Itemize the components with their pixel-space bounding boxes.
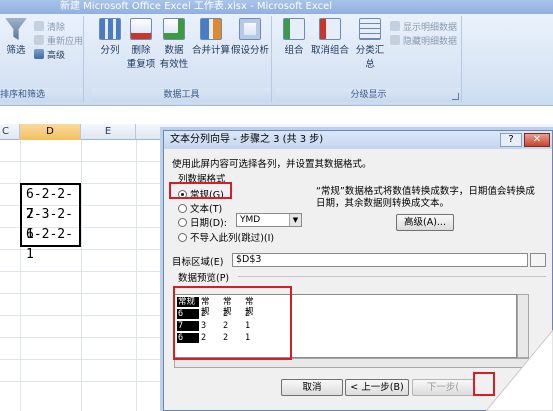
- gridline: [81, 140, 82, 411]
- preview-cell: 2: [223, 321, 229, 331]
- cancel-button[interactable]: 取消: [281, 379, 343, 396]
- page-curl-decoration: [486, 330, 553, 411]
- data-preview-table[interactable]: 常规 常规 常规 常规 6 2 2 2 7 3 2 1 6 2 2 1: [174, 294, 517, 358]
- preview-header[interactable]: 常规: [177, 297, 199, 307]
- selected-cell-range[interactable]: 6-2-2-2 7-3-2-1 6-2-2-1: [20, 183, 81, 262]
- gridline: [0, 293, 165, 294]
- group-button[interactable]: 组合: [280, 18, 308, 56]
- data-validation-icon: [163, 18, 185, 40]
- preview-cell: 2: [201, 333, 207, 343]
- data-preview-label: 数据预览(P): [178, 273, 230, 284]
- radio-date[interactable]: 日期(D):: [178, 215, 227, 229]
- show-detail-button[interactable]: 显示明细数据: [390, 20, 457, 33]
- preview-separator: [238, 276, 546, 277]
- column-format-label: 列数据格式: [178, 174, 226, 185]
- gridline: [0, 249, 165, 250]
- filter-button[interactable]: 筛选: [3, 18, 29, 56]
- column-header-c[interactable]: C: [0, 124, 20, 140]
- cell-d5[interactable]: 6-2-2-1: [26, 225, 79, 262]
- help-button[interactable]: ?: [500, 133, 522, 147]
- filter-icon: [5, 18, 27, 40]
- destination-input[interactable]: $D$3: [232, 253, 528, 267]
- next-button[interactable]: 下一步(: [412, 379, 474, 396]
- advanced-button[interactable]: 高级(A)...: [396, 214, 454, 231]
- remove-duplicates-button[interactable]: 删除 重复项: [126, 18, 156, 70]
- preview-cell: 2: [223, 309, 229, 319]
- date-format-select[interactable]: YMD ▼: [236, 213, 302, 227]
- whatif-icon: [239, 18, 261, 40]
- sort-filter-group-label: 排序和筛选: [0, 88, 83, 102]
- preview-cell: 7: [177, 321, 199, 331]
- gridline: [0, 315, 165, 316]
- radio-skip-column[interactable]: 不导入此列(跳过)(I): [178, 230, 274, 244]
- text-to-columns-icon: [99, 18, 121, 40]
- advanced-filter-button[interactable]: 高级: [34, 48, 65, 61]
- subtotal-icon: [359, 18, 381, 40]
- consolidate-button[interactable]: 合并计算: [192, 18, 230, 56]
- gridline: [0, 271, 165, 272]
- preview-cell: 1: [245, 333, 251, 343]
- instruction-text: 使用此屏内容可选择各列，并设置其数据格式。: [172, 159, 372, 170]
- column-header-d[interactable]: D: [20, 124, 81, 140]
- preview-cell: 6: [177, 309, 199, 319]
- chevron-down-icon: ▼: [289, 214, 301, 226]
- cell-d4[interactable]: 7-3-2-1: [26, 205, 79, 242]
- radio-selected-icon: [178, 190, 187, 199]
- collapse-dialog-button[interactable]: [530, 253, 546, 267]
- close-button[interactable]: ✕: [524, 133, 550, 147]
- radio-icon: [178, 218, 187, 227]
- data-tools-group: 分列 删除 重复项 数据 有效性 合并计算 假设分析 数据工具: [92, 16, 272, 102]
- remove-duplicates-icon: [130, 18, 152, 40]
- preview-cell: 1: [245, 321, 251, 331]
- dialog-title: 文本分列向导 - 步骤之 3 (共 3 步): [164, 131, 552, 149]
- preview-cell: 3: [201, 321, 207, 331]
- column-header-e[interactable]: E: [81, 124, 136, 140]
- preview-cell: 2: [245, 309, 251, 319]
- gridline: [136, 140, 137, 411]
- advanced-filter-icon: [34, 49, 44, 59]
- ungroup-icon: [319, 18, 341, 40]
- radio-icon: [178, 204, 187, 213]
- preview-cell: 2: [223, 333, 229, 343]
- preview-cell: 6: [177, 333, 199, 343]
- hide-detail-icon: [390, 35, 400, 45]
- gridline: [0, 359, 165, 360]
- gridline: [0, 381, 165, 382]
- window-title: 新建 Microsoft Office Excel 工作表.xlsx - Mic…: [0, 0, 553, 14]
- format-description-line2: 日期，其余数据则转换成文本。: [316, 198, 450, 209]
- cell-d3[interactable]: 6-2-2-2: [26, 185, 79, 222]
- preview-cell: 2: [201, 309, 207, 319]
- whatif-analysis-button[interactable]: 假设分析: [230, 18, 270, 56]
- radio-icon: [178, 233, 187, 242]
- clear-filter-button[interactable]: 清除: [34, 20, 65, 33]
- gridline: [0, 337, 165, 338]
- gridline: [20, 140, 21, 411]
- hide-detail-button[interactable]: 隐藏明细数据: [390, 34, 457, 47]
- ungroup-button[interactable]: 取消组合: [310, 18, 350, 56]
- clear-icon: [34, 21, 44, 31]
- outline-group: 组合 取消组合 分类汇总 显示明细数据 隐藏明细数据 分级显示: [276, 16, 462, 102]
- data-validation-button[interactable]: 数据 有效性: [158, 18, 190, 70]
- ribbon: 筛选 清除 重新应用 高级 排序和筛选 分列 删除 重复项 数据 有效性 合并计…: [0, 14, 553, 106]
- group-icon: [283, 18, 305, 40]
- reapply-icon: [34, 35, 44, 45]
- preview-horizontal-scrollbar[interactable]: [174, 358, 529, 368]
- destination-label: 目标区域(E): [172, 257, 224, 268]
- gridline: [0, 161, 165, 162]
- sort-filter-group: 筛选 清除 重新应用 高级 排序和筛选: [0, 16, 84, 102]
- subtotal-button[interactable]: 分类汇总: [352, 18, 388, 70]
- radio-general[interactable]: 常规(G): [178, 187, 224, 201]
- back-button[interactable]: < 上一步(B): [345, 379, 409, 396]
- data-tools-group-label: 数据工具: [92, 88, 271, 102]
- show-detail-icon: [390, 21, 400, 31]
- outline-group-label: 分级显示: [276, 88, 461, 102]
- dialog-launcher-icon[interactable]: [452, 93, 459, 100]
- consolidate-icon: [200, 18, 222, 40]
- radio-text[interactable]: 文本(T): [178, 201, 222, 215]
- reapply-button[interactable]: 重新应用: [34, 34, 83, 47]
- text-to-columns-button[interactable]: 分列: [96, 18, 124, 56]
